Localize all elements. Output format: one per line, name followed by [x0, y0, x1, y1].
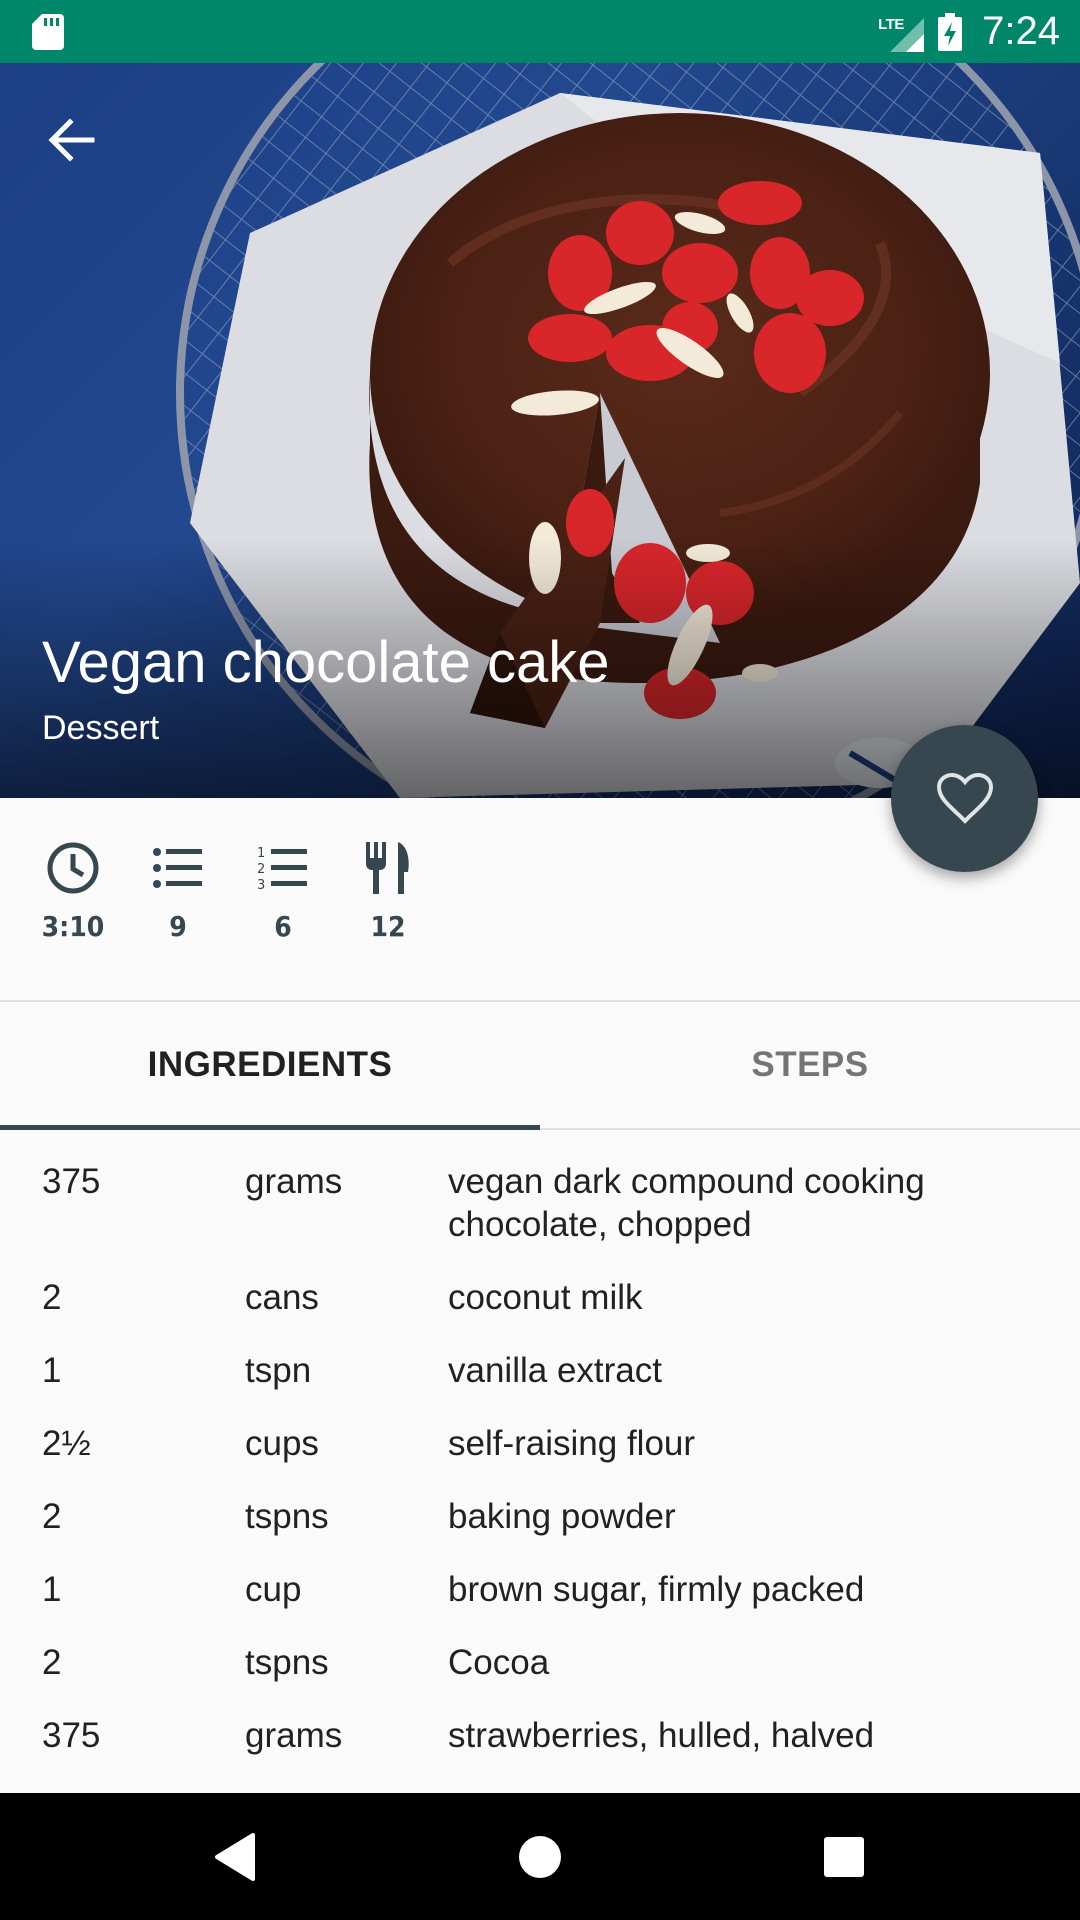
back-button[interactable] [40, 108, 104, 172]
recents-square-icon [823, 1836, 864, 1877]
tab-indicator [0, 1125, 540, 1130]
utensils-icon [366, 842, 409, 894]
recipe-tabs: INGREDIENTS STEPS [0, 1002, 1080, 1130]
ingredient-name: coconut milk [448, 1278, 643, 1317]
stat-value: 6 [274, 910, 292, 943]
ingredient-name: self-raising flour [448, 1424, 696, 1463]
recipe-hero-image: Vegan chocolate cake Dessert [0, 63, 1080, 798]
recipe-title: Vegan chocolate cake [42, 630, 610, 695]
svg-text:3: 3 [257, 878, 265, 893]
list-item: 2 tspns baking powder [0, 1495, 1080, 1538]
signal-icon: LTE [878, 12, 925, 52]
ingredient-name: baking powder [448, 1497, 676, 1536]
list-item: 375 grams strawberries, hulled, halved [0, 1714, 1080, 1757]
ingredient-unit: cups [245, 1424, 319, 1463]
ingredient-quantity: 1 [42, 1570, 62, 1609]
ingredient-quantity: 375 [42, 1716, 101, 1755]
favorite-button[interactable] [891, 725, 1038, 872]
clock-icon [47, 842, 99, 894]
sd-card-icon [32, 14, 64, 50]
ingredient-name: Cocoa [448, 1643, 550, 1682]
stat-value: 9 [169, 910, 187, 943]
ingredient-quantity: 375 [42, 1162, 101, 1201]
heart-outline-icon [936, 772, 993, 824]
list-item: 375 grams vegan dark compound cooking ch… [0, 1160, 1080, 1246]
nav-home-button[interactable] [476, 1793, 603, 1920]
status-bar: LTE 7:24 [0, 0, 1080, 63]
stat-servings: 12 [333, 840, 443, 943]
arrow-back-icon [48, 118, 95, 162]
stat-value: 12 [370, 910, 406, 943]
ingredient-unit: grams [245, 1716, 343, 1755]
svg-text:1: 1 [257, 846, 265, 861]
tab-label: STEPS [751, 1045, 869, 1084]
ingredient-unit: tspn [245, 1351, 312, 1390]
list-icon [153, 848, 202, 888]
list-item: 2 cans coconut milk [0, 1276, 1080, 1319]
ingredient-quantity: 2 [42, 1278, 62, 1317]
home-circle-icon [518, 1835, 561, 1878]
stat-ingredients-count: 9 [123, 840, 233, 943]
list-item: 1 tspn vanilla extract [0, 1349, 1080, 1392]
recipe-category: Dessert [42, 709, 160, 747]
ingredient-unit: tspns [245, 1643, 329, 1682]
tab-ingredients[interactable]: INGREDIENTS [0, 1002, 540, 1128]
tab-label: INGREDIENTS [147, 1045, 393, 1084]
ingredient-unit: cup [245, 1570, 302, 1609]
list-item: 2 tspns Cocoa [0, 1641, 1080, 1684]
ingredient-unit: cans [245, 1278, 319, 1317]
ingredients-list: 375 grams vegan dark compound cooking ch… [0, 1160, 1080, 1787]
svg-text:2: 2 [257, 862, 265, 877]
ingredient-name: vegan dark compound cooking chocolate, c… [448, 1162, 925, 1244]
battery-charging-icon [938, 12, 963, 51]
tab-steps[interactable]: STEPS [540, 1002, 1080, 1128]
stat-value: 3:10 [41, 910, 105, 943]
back-triangle-icon [214, 1832, 255, 1881]
ingredient-quantity: 2 [42, 1643, 62, 1682]
list-item: 1 cup brown sugar, firmly packed [0, 1568, 1080, 1611]
list-item: 2½ cups self-raising flour [0, 1422, 1080, 1465]
ingredient-unit: grams [245, 1162, 343, 1201]
ingredient-name: strawberries, hulled, halved [448, 1716, 875, 1755]
nav-recents-button[interactable] [780, 1793, 907, 1920]
ingredient-quantity: 2½ [42, 1424, 91, 1463]
nav-back-button[interactable] [171, 1793, 298, 1920]
ingredient-quantity: 2 [42, 1497, 62, 1536]
clock: 7:24 [982, 9, 1060, 53]
ingredient-unit: tspns [245, 1497, 329, 1536]
ingredient-name: vanilla extract [448, 1351, 662, 1390]
numbered-list-icon: 1 2 3 [257, 846, 307, 893]
system-nav-bar [0, 1793, 1080, 1920]
stat-time: 3:10 [18, 840, 128, 943]
stat-steps-count: 1 2 3 6 [228, 840, 338, 943]
ingredient-name: brown sugar, firmly packed [448, 1570, 865, 1609]
ingredient-quantity: 1 [42, 1351, 62, 1390]
